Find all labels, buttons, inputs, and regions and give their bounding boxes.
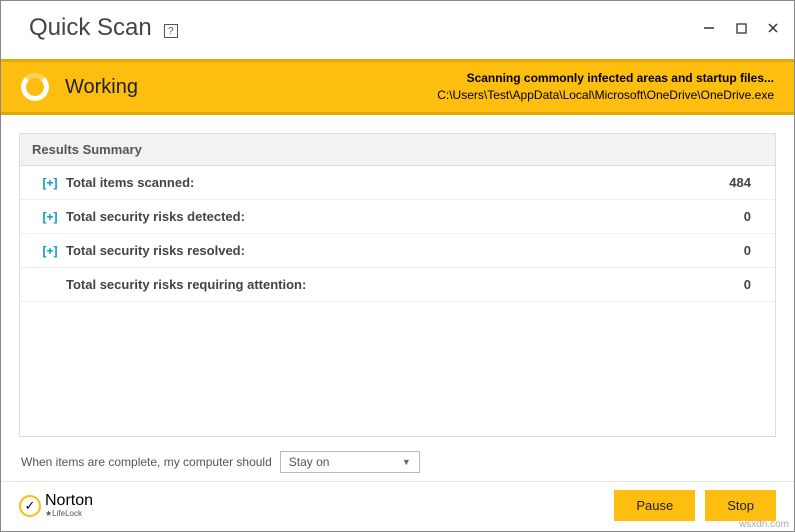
status-path: C:\Users\Test\AppData\Local\Microsoft\On… <box>437 87 774 104</box>
footer: ✓ Norton ★LifeLock Pause Stop <box>1 481 794 531</box>
result-row-risks-attention: Total security risks requiring attention… <box>20 268 775 302</box>
completion-prompt: When items are complete, my computer sho… <box>21 455 272 469</box>
completion-select[interactable]: Stay on ▼ <box>280 451 420 473</box>
brand-logo: ✓ Norton ★LifeLock <box>19 493 93 518</box>
titlebar: Quick Scan ? <box>1 1 794 59</box>
maximize-button[interactable] <box>732 19 750 37</box>
row-label: Total security risks detected: <box>66 209 744 224</box>
row-value: 484 <box>729 175 761 190</box>
result-row-items-scanned: [+] Total items scanned: 484 <box>20 166 775 200</box>
row-label: Total security risks resolved: <box>66 243 744 258</box>
spinner-icon <box>21 73 49 101</box>
chevron-down-icon: ▼ <box>402 457 411 467</box>
status-headline: Scanning commonly infected areas and sta… <box>437 70 774 87</box>
results-header: Results Summary <box>20 134 775 166</box>
window-controls <box>700 19 782 37</box>
brand-main: Norton <box>45 493 93 509</box>
check-icon: ✓ <box>19 495 41 517</box>
completion-selected: Stay on <box>289 455 330 469</box>
expand-icon[interactable]: [+] <box>34 244 66 258</box>
row-value: 0 <box>744 209 761 224</box>
stop-button[interactable]: Stop <box>705 490 776 521</box>
completion-row: When items are complete, my computer sho… <box>19 437 776 477</box>
close-button[interactable] <box>764 19 782 37</box>
result-row-risks-detected: [+] Total security risks detected: 0 <box>20 200 775 234</box>
pause-button[interactable]: Pause <box>614 490 695 521</box>
help-icon[interactable]: ? <box>164 24 178 38</box>
results-summary: Results Summary [+] Total items scanned:… <box>19 133 776 437</box>
status-detail: Scanning commonly infected areas and sta… <box>437 70 774 104</box>
result-row-risks-resolved: [+] Total security risks resolved: 0 <box>20 234 775 268</box>
row-value: 0 <box>744 243 761 258</box>
row-value: 0 <box>744 277 761 292</box>
row-label: Total security risks requiring attention… <box>66 277 744 292</box>
content-area: Results Summary [+] Total items scanned:… <box>1 115 794 481</box>
action-buttons: Pause Stop <box>614 490 776 521</box>
minimize-button[interactable] <box>700 19 718 37</box>
window-title: Quick Scan <box>29 14 152 42</box>
expand-icon[interactable]: [+] <box>34 210 66 224</box>
expand-icon[interactable]: [+] <box>34 176 66 190</box>
brand-sub: ★LifeLock <box>45 510 93 518</box>
status-label: Working <box>65 76 138 99</box>
row-label: Total items scanned: <box>66 175 729 190</box>
status-bar: Working Scanning commonly infected areas… <box>1 59 794 115</box>
